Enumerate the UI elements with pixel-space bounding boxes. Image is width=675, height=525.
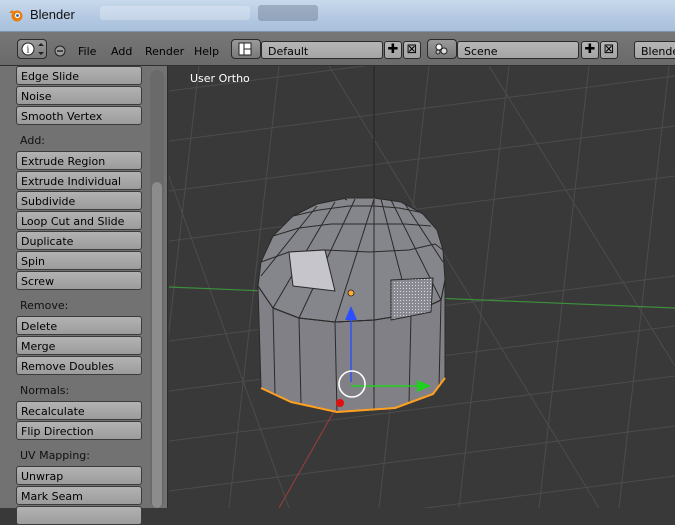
extrude-region-button[interactable]: Extrude Region — [16, 151, 142, 170]
delete-button[interactable]: Delete — [16, 316, 142, 335]
object-origin — [347, 289, 355, 297]
add-screen-button[interactable]: ✚ — [384, 41, 402, 59]
extrude-individual-button[interactable]: Extrude Individual — [16, 171, 142, 190]
viewport-scene — [169, 66, 675, 508]
loop-cut-and-slide-button[interactable]: Loop Cut and Slide — [16, 211, 142, 230]
next-tool-button-partial[interactable] — [16, 506, 142, 525]
window-titlebar: Blender — [0, 0, 675, 32]
editor-type-button[interactable]: i — [17, 39, 47, 59]
recalculate-button[interactable]: Recalculate — [16, 401, 142, 420]
scene-icon — [435, 43, 448, 55]
screen-layout-field[interactable]: Default — [261, 41, 383, 59]
merge-button[interactable]: Merge — [16, 336, 142, 355]
section-label-add: Add: — [20, 134, 46, 147]
smooth-vertex-button[interactable]: Smooth Vertex — [16, 106, 142, 125]
remove-screen-button[interactable]: ⊠ — [403, 41, 421, 59]
collapse-menus-icon[interactable] — [54, 45, 66, 57]
spin-button[interactable]: Spin — [16, 251, 142, 270]
tool-shelf: Edge Slide Noise Smooth Vertex Add: Extr… — [0, 66, 168, 525]
section-label-remove: Remove: — [20, 299, 69, 312]
x-icon: ⊠ — [406, 42, 418, 57]
unwrap-button[interactable]: Unwrap — [16, 466, 142, 485]
3d-viewport[interactable]: User Ortho — [169, 66, 675, 508]
tool-shelf-scroll-thumb[interactable] — [152, 182, 162, 508]
viewport-view-label: User Ortho — [190, 72, 250, 85]
edge-slide-button[interactable]: Edge Slide — [16, 66, 142, 85]
section-label-normals: Normals: — [20, 384, 70, 397]
menu-file[interactable]: File — [78, 45, 96, 58]
screw-button[interactable]: Screw — [16, 271, 142, 290]
add-scene-button[interactable]: ✚ — [581, 41, 599, 59]
subdivide-button[interactable]: Subdivide — [16, 191, 142, 210]
titlebar-ghost-2 — [258, 5, 318, 21]
remove-doubles-button[interactable]: Remove Doubles — [16, 356, 142, 375]
svg-text:i: i — [27, 46, 30, 56]
menu-render[interactable]: Render — [145, 45, 184, 58]
plus-icon: ✚ — [584, 42, 596, 57]
duplicate-button[interactable]: Duplicate — [16, 231, 142, 250]
info-editor-icon: i — [21, 42, 44, 56]
noise-button[interactable]: Noise — [16, 86, 142, 105]
screen-layout-selector[interactable] — [231, 39, 261, 59]
section-label-uv-mapping: UV Mapping: — [20, 449, 90, 462]
info-header: i File Add Render Help Default ✚ ⊠ Scene… — [0, 32, 675, 66]
plus-icon: ✚ — [387, 42, 399, 57]
menu-add[interactable]: Add — [111, 45, 132, 58]
scene-field[interactable]: Scene — [457, 41, 579, 59]
render-engine-selector[interactable]: Blende — [634, 41, 675, 59]
x-icon: ⊠ — [603, 42, 615, 57]
remove-scene-button[interactable]: ⊠ — [600, 41, 618, 59]
scene-selector[interactable] — [427, 39, 457, 59]
menu-help[interactable]: Help — [194, 45, 219, 58]
window-title: Blender — [30, 7, 75, 22]
blender-logo-icon — [9, 10, 23, 22]
mark-seam-button[interactable]: Mark Seam — [16, 486, 142, 505]
titlebar-ghost — [100, 6, 250, 20]
flip-direction-button[interactable]: Flip Direction — [16, 421, 142, 440]
screen-layout-icon — [238, 42, 252, 56]
